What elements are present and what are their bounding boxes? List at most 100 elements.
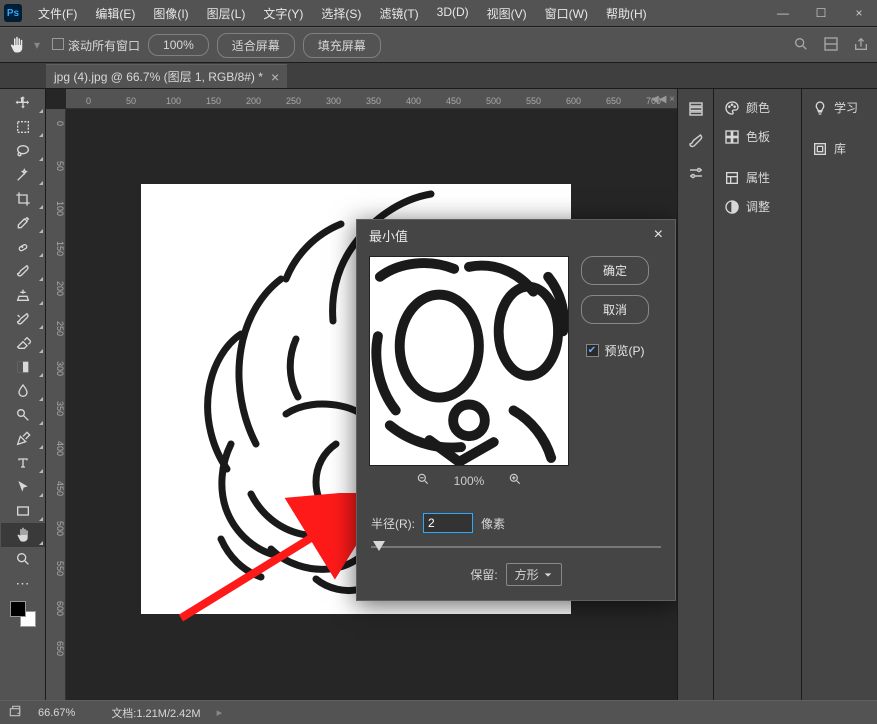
library-icon — [812, 141, 828, 157]
menu-filter[interactable]: 滤镜(T) — [371, 1, 426, 26]
dodge-tool[interactable] — [1, 403, 45, 427]
menu-select[interactable]: 选择(S) — [313, 1, 369, 26]
title-bar: Ps 文件(F) 编辑(E) 图像(I) 图层(L) 文字(Y) 选择(S) 滤… — [0, 0, 877, 27]
dialog-title: 最小值 — [369, 226, 408, 245]
tool-panel: ⋯ — [0, 89, 46, 700]
dialog-titlebar[interactable]: 最小值 × — [357, 220, 675, 250]
status-layers-icon[interactable] — [8, 704, 22, 721]
document-tab-label: jpg (4).jpg @ 66.7% (图层 1, RGB/8#) * — [54, 68, 263, 85]
app-logo: Ps — [4, 4, 22, 22]
panel-properties-label: 属性 — [746, 169, 770, 186]
foreground-swatch[interactable] — [10, 601, 26, 617]
filter-preview[interactable] — [369, 256, 569, 466]
panel-libraries-label: 库 — [834, 140, 846, 157]
menu-image[interactable]: 图像(I) — [145, 1, 196, 26]
eyedropper-tool[interactable] — [1, 211, 45, 235]
document-tab-close[interactable]: × — [271, 69, 279, 85]
window-controls: — ☐ × — [769, 3, 873, 23]
radius-slider[interactable] — [371, 539, 661, 555]
brush-tool[interactable] — [1, 259, 45, 283]
zoom-tool[interactable] — [1, 547, 45, 571]
menu-help[interactable]: 帮助(H) — [598, 1, 655, 26]
search-icon[interactable] — [793, 36, 809, 55]
menu-type[interactable]: 文字(Y) — [255, 1, 311, 26]
rectangle-tool[interactable] — [1, 499, 45, 523]
options-bar: ▾ 滚动所有窗口 100% 适合屏幕 填充屏幕 — [0, 27, 877, 63]
history-brush-tool[interactable] — [1, 307, 45, 331]
menu-edit[interactable]: 编辑(E) — [87, 1, 143, 26]
chevron-down-icon — [543, 570, 553, 580]
menu-layer[interactable]: 图层(L) — [199, 1, 254, 26]
dialog-close-button[interactable]: × — [654, 226, 663, 244]
lasso-tool[interactable] — [1, 139, 45, 163]
fill-screen-button[interactable]: 填充屏幕 — [303, 33, 381, 58]
marquee-tool[interactable] — [1, 115, 45, 139]
swatches-icon — [724, 129, 740, 145]
share-icon[interactable] — [853, 36, 869, 55]
ruler-horizontal: 0501001502002503003504004505005506006507… — [66, 89, 677, 109]
scroll-all-label: 滚动所有窗口 — [68, 39, 140, 53]
menu-view[interactable]: 视图(V) — [479, 1, 535, 26]
menu-bar: 文件(F) 编辑(E) 图像(I) 图层(L) 文字(Y) 选择(S) 滤镜(T… — [30, 1, 655, 26]
blur-tool[interactable] — [1, 379, 45, 403]
status-bar: 66.67% 文档:1.21M/2.42M ▸ — [0, 700, 877, 724]
gradient-tool[interactable] — [1, 355, 45, 379]
move-tool[interactable] — [1, 91, 45, 115]
clone-stamp-tool[interactable] — [1, 283, 45, 307]
path-select-tool[interactable] — [1, 475, 45, 499]
palette-icon — [724, 100, 740, 116]
canvas-area: 0501001502002503003504004505005506006507… — [46, 89, 677, 700]
preserve-select[interactable]: 方形 — [506, 563, 562, 586]
bulb-icon — [812, 100, 828, 116]
status-zoom[interactable]: 66.67% — [38, 707, 75, 719]
history-panel-icon[interactable] — [682, 95, 710, 123]
healing-tool[interactable] — [1, 235, 45, 259]
panel-swatches[interactable]: 色板 — [714, 122, 801, 151]
ruler-vertical: 050100150200250300350400450500550600650 — [46, 109, 66, 700]
hand-icon — [8, 36, 26, 54]
preview-checkbox-label: 预览(P) — [605, 342, 645, 359]
panel-properties[interactable]: 属性 — [714, 163, 801, 192]
fit-screen-button[interactable]: 适合屏幕 — [217, 33, 295, 58]
panel-collapse-chevron[interactable]: ◀◀ × — [651, 91, 675, 107]
panel-adjustments[interactable]: 调整 — [714, 192, 801, 221]
menu-window[interactable]: 窗口(W) — [537, 1, 596, 26]
panel-learn[interactable]: 学习 — [802, 93, 877, 122]
panel-color-label: 颜色 — [746, 99, 770, 116]
minimum-filter-dialog: 最小值 × — [356, 219, 676, 601]
maximize-button[interactable]: ☐ — [807, 3, 835, 23]
right-panel-group-2: 学习 库 — [801, 89, 877, 700]
preview-zoom-in[interactable] — [508, 472, 522, 489]
radius-input[interactable] — [423, 513, 473, 533]
close-button[interactable]: × — [845, 3, 873, 23]
edit-toolbar[interactable]: ⋯ — [1, 571, 45, 595]
magic-wand-tool[interactable] — [1, 163, 45, 187]
panel-libraries[interactable]: 库 — [802, 134, 877, 163]
minimize-button[interactable]: — — [769, 3, 797, 23]
zoom-value[interactable]: 100% — [148, 34, 209, 56]
preview-zoom-out[interactable] — [416, 472, 430, 489]
panel-learn-label: 学习 — [834, 99, 858, 116]
pen-tool[interactable] — [1, 427, 45, 451]
menu-file[interactable]: 文件(F) — [30, 1, 85, 26]
type-tool[interactable] — [1, 451, 45, 475]
arrange-icon[interactable] — [823, 36, 839, 55]
menu-3d[interactable]: 3D(D) — [429, 1, 477, 26]
color-swatches[interactable] — [10, 601, 36, 627]
panel-adjustments-label: 调整 — [746, 198, 770, 215]
brush-panel-icon[interactable] — [682, 127, 710, 155]
status-doc-size: 文档:1.21M/2.42M — [111, 705, 200, 721]
hand-tool[interactable] — [1, 523, 45, 547]
scroll-all-checkbox[interactable] — [52, 38, 64, 50]
document-tab-bar: jpg (4).jpg @ 66.7% (图层 1, RGB/8#) * × — [0, 63, 877, 89]
preview-zoom-label: 100% — [454, 474, 485, 488]
settings-panel-icon[interactable] — [682, 159, 710, 187]
cancel-button[interactable]: 取消 — [581, 295, 649, 324]
radius-label: 半径(R): — [371, 515, 415, 532]
preview-checkbox[interactable]: ✔ — [586, 344, 599, 357]
crop-tool[interactable] — [1, 187, 45, 211]
eraser-tool[interactable] — [1, 331, 45, 355]
panel-color[interactable]: 颜色 — [714, 93, 801, 122]
ok-button[interactable]: 确定 — [581, 256, 649, 285]
document-tab[interactable]: jpg (4).jpg @ 66.7% (图层 1, RGB/8#) * × — [46, 64, 287, 88]
